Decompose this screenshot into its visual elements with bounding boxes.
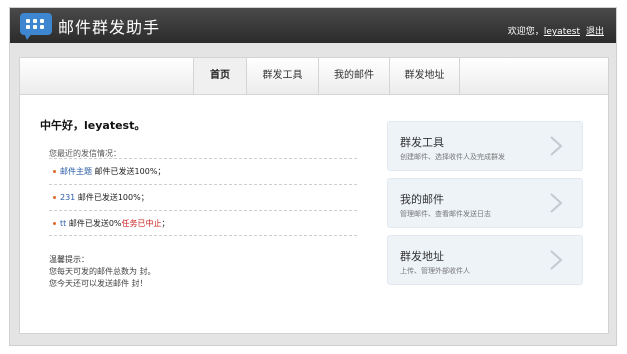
list-item: 231 邮件已发送100%； <box>49 184 357 210</box>
chevron-right-icon <box>550 193 563 213</box>
tab-my-mail[interactable]: 我的邮件 <box>318 58 389 94</box>
card-subtitle: 管理邮件、查看邮件发送日志 <box>400 210 491 218</box>
card-title: 群发工具 <box>400 136 444 149</box>
tips-line-remaining: 您今天还可以发送邮件 封！ <box>49 279 148 288</box>
chevron-right-icon <box>550 250 563 270</box>
username-link[interactable]: leyatest <box>544 27 580 37</box>
tab-send-addresses[interactable]: 群发地址 <box>389 58 460 94</box>
card-title: 我的邮件 <box>400 193 444 206</box>
task-aborted-label: 任务已中止 <box>121 219 162 228</box>
user-area: 欢迎您，leyatest 退出 <box>508 24 604 37</box>
tips-line-daily-quota: 您每天可发的邮件总数为 封。 <box>49 267 156 276</box>
shortcut-cards: 群发工具 创建邮件、选择收件人及完成群发 我的邮件 管理邮件、查看邮件发送日志 … <box>387 121 583 292</box>
mail-subject-link[interactable]: 邮件主题 <box>60 167 92 176</box>
card-subtitle: 上传、管理外部收件人 <box>400 267 470 275</box>
mail-subject-link[interactable]: 231 <box>60 193 75 202</box>
bullet-icon <box>53 222 56 225</box>
logout-link[interactable]: 退出 <box>586 27 604 37</box>
card-mass-send-tool[interactable]: 群发工具 创建邮件、选择收件人及完成群发 <box>387 121 583 171</box>
tips-title: 温馨提示： <box>49 255 89 264</box>
app-logo-icon <box>20 13 52 40</box>
app-title: 邮件群发助手 <box>58 18 161 37</box>
card-title: 群发地址 <box>400 250 444 263</box>
mail-subject-link[interactable]: tt <box>60 219 66 228</box>
tips-box: 温馨提示： 您每天可发的邮件总数为 封。 您今天还可以发送邮件 封！ <box>49 254 156 290</box>
navbar: 首页 群发工具 我的邮件 群发地址 <box>20 58 608 95</box>
chevron-right-icon <box>550 136 563 156</box>
bullet-icon <box>53 196 56 199</box>
send-status: 邮件已发送0% <box>68 219 122 228</box>
list-item: tt 邮件已发送0%任务已中止； <box>49 210 357 236</box>
send-status: 邮件已发送100% <box>94 167 158 176</box>
tab-home[interactable]: 首页 <box>193 58 246 94</box>
greeting-heading: 中午好，leyatest。 <box>40 119 146 132</box>
tab-mass-send-tool[interactable]: 群发工具 <box>246 58 318 94</box>
bullet-icon <box>53 170 56 173</box>
welcome-text: 欢迎您， <box>507 27 544 37</box>
list-item: 邮件主题 邮件已发送100%； <box>49 158 357 184</box>
send-status: 邮件已发送100% <box>77 193 141 202</box>
card-send-addresses[interactable]: 群发地址 上传、管理外部收件人 <box>387 235 583 285</box>
card-subtitle: 创建邮件、选择收件人及完成群发 <box>400 153 505 161</box>
card-my-mail[interactable]: 我的邮件 管理邮件、查看邮件发送日志 <box>387 178 583 228</box>
app-header: 邮件群发助手 欢迎您，leyatest 退出 <box>10 8 616 43</box>
recent-list: 邮件主题 邮件已发送100%； 231 邮件已发送100%； tt 邮件已发送0… <box>49 158 357 236</box>
